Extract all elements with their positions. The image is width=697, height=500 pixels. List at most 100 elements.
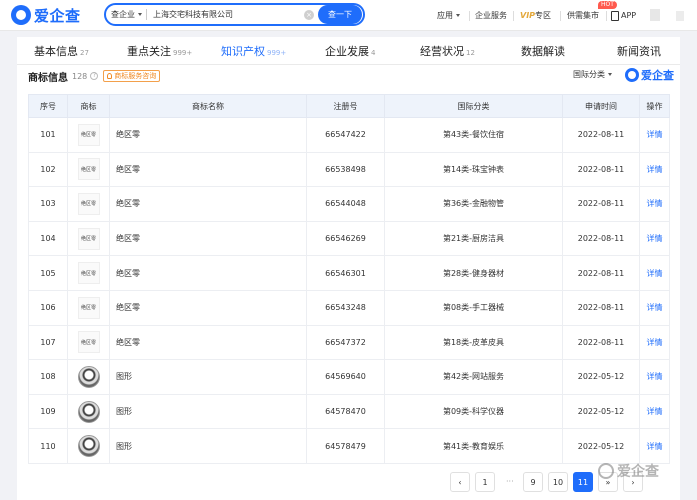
page-button-10[interactable]: 10	[548, 472, 568, 492]
detail-link[interactable]: 详情	[639, 324, 670, 361]
trademark-logo[interactable]: 绝区零	[77, 123, 100, 146]
nav-supply-market[interactable]: 供需集市	[567, 0, 599, 31]
cell-name: 绝区零	[109, 324, 307, 361]
cell-logo: 绝区零	[67, 220, 110, 257]
trademark-logo[interactable]: 绝区零	[77, 331, 100, 354]
prev-page-button[interactable]: ‹	[450, 472, 470, 492]
chevron-down-icon	[608, 73, 612, 76]
cell-reg-no: 66546269	[306, 220, 385, 257]
cell-name: 图形	[109, 393, 307, 430]
nav-enterprise-service[interactable]: 企业服务	[475, 0, 507, 31]
search-type-select[interactable]: 查企业	[106, 9, 146, 20]
cell-class: 第36类-金融物管	[384, 186, 563, 222]
detail-link[interactable]: 详情	[639, 151, 670, 188]
search-input[interactable]: 上海交宅科技有限公司	[153, 9, 304, 20]
page-button-1[interactable]: 1	[475, 472, 495, 492]
top-bar: 爱企查 查企业 上海交宅科技有限公司 × 查一下 应用 企业服务 VIP 专区 …	[0, 0, 697, 31]
tab-count: 999+	[173, 48, 193, 57]
cell-reg-no: 66544048	[306, 186, 385, 222]
trademark-graphic[interactable]	[77, 365, 100, 388]
tab-enterprise-development[interactable]: 企业发展 4	[325, 37, 375, 65]
page-button-9[interactable]: 9	[523, 472, 543, 492]
detail-link[interactable]: 详情	[639, 117, 670, 153]
trademark-logo[interactable]: 绝区零	[77, 158, 100, 181]
tab-label: 经营状况	[420, 45, 464, 58]
cell-index: 102	[28, 151, 68, 188]
watermark: 爱企查	[598, 461, 659, 481]
trademark-logo[interactable]: 绝区零	[77, 296, 100, 319]
cell-logo: 绝区零	[67, 117, 110, 153]
brand-logo: 爱企查	[625, 67, 674, 83]
column-header-name: 商标名称	[109, 94, 307, 118]
nav-vip-zone[interactable]: VIP 专区	[520, 0, 551, 31]
tab-label: 知识产权	[221, 45, 265, 58]
cell-reg-no: 64578470	[306, 393, 385, 430]
user-menu[interactable]	[676, 11, 684, 21]
cell-index: 109	[28, 393, 68, 430]
page-ellipsis: ···	[506, 477, 514, 486]
detail-link[interactable]: 详情	[639, 428, 670, 464]
lightbulb-icon	[107, 73, 113, 79]
cell-date: 2022-05-12	[562, 428, 640, 464]
cell-reg-no: 64569640	[306, 359, 385, 395]
tab-key-attention[interactable]: 重点关注 999+	[127, 37, 192, 65]
cell-logo: 绝区零	[67, 289, 110, 326]
detail-link[interactable]: 详情	[639, 220, 670, 257]
table-row: 101 绝区零 绝区零 66547422 第43类-餐饮住宿 2022-08-1…	[28, 117, 670, 153]
help-icon[interactable]: ?	[90, 72, 99, 80]
cell-index: 105	[28, 255, 68, 291]
section-title: 商标信息	[28, 72, 68, 84]
trademark-logo[interactable]: 绝区零	[77, 227, 100, 250]
nav-app[interactable]: APP	[611, 0, 636, 31]
detail-link[interactable]: 详情	[639, 289, 670, 326]
table-row: 108 图形 64569640 第42类-网站服务 2022-05-12 详情	[28, 359, 670, 395]
cell-index: 108	[28, 359, 68, 395]
tab-label: 基本信息	[34, 45, 78, 58]
logo-icon	[11, 5, 31, 25]
cell-index: 106	[28, 289, 68, 326]
avatar[interactable]	[650, 9, 660, 21]
cell-date: 2022-05-12	[562, 359, 640, 395]
site-logo[interactable]: 爱企查	[11, 4, 81, 26]
class-filter-dropdown[interactable]: 国际分类	[573, 69, 612, 80]
cell-date: 2022-05-12	[562, 393, 640, 430]
tab-basic-info[interactable]: 基本信息 27	[34, 37, 89, 65]
trademark-graphic[interactable]	[77, 400, 100, 423]
cell-logo	[67, 359, 110, 395]
cell-index: 110	[28, 428, 68, 464]
trademark-graphic[interactable]	[77, 435, 100, 458]
trademark-logo[interactable]: 绝区零	[77, 262, 100, 285]
detail-link[interactable]: 详情	[639, 186, 670, 222]
tab-intellectual-property[interactable]: 知识产权 999+	[221, 37, 286, 65]
cell-reg-no: 66547372	[306, 324, 385, 361]
search-button[interactable]: 查一下	[318, 5, 362, 24]
vip-zone-label: 专区	[535, 11, 552, 20]
tab-data-interpretation[interactable]: 数据解读	[521, 37, 565, 65]
table-row: 109 图形 64578470 第09类-科学仪器 2022-05-12 详情	[28, 393, 670, 430]
cell-name: 绝区零	[109, 220, 307, 257]
clear-icon[interactable]: ×	[304, 9, 314, 20]
consult-button[interactable]: 商标服务咨询	[103, 70, 161, 82]
cell-class: 第41类-教育娱乐	[384, 428, 563, 464]
detail-link[interactable]: 详情	[639, 393, 670, 430]
detail-link[interactable]: 详情	[639, 359, 670, 395]
tab-count: 4	[371, 48, 376, 57]
detail-link[interactable]: 详情	[639, 255, 670, 291]
brand-icon	[625, 68, 639, 82]
cell-logo: 绝区零	[67, 255, 110, 291]
tab-business-status[interactable]: 经营状况 12	[420, 37, 475, 65]
trademark-logo[interactable]: 绝区零	[77, 192, 100, 215]
cell-name: 绝区零	[109, 186, 307, 222]
tab-news[interactable]: 新闻资讯	[617, 37, 661, 65]
cell-name: 绝区零	[109, 117, 307, 153]
cell-index: 104	[28, 220, 68, 257]
nav-divider	[469, 11, 470, 21]
cell-class: 第09类-科学仪器	[384, 393, 563, 430]
brand-text: 爱企查	[641, 69, 674, 82]
cell-logo	[67, 428, 110, 464]
page-button-current[interactable]: 11	[573, 472, 593, 492]
watermark-text: 爱企查	[617, 464, 659, 480]
logo-text: 爱企查	[34, 6, 81, 25]
nav-apps[interactable]: 应用	[437, 0, 460, 31]
tab-label: 重点关注	[127, 45, 171, 58]
